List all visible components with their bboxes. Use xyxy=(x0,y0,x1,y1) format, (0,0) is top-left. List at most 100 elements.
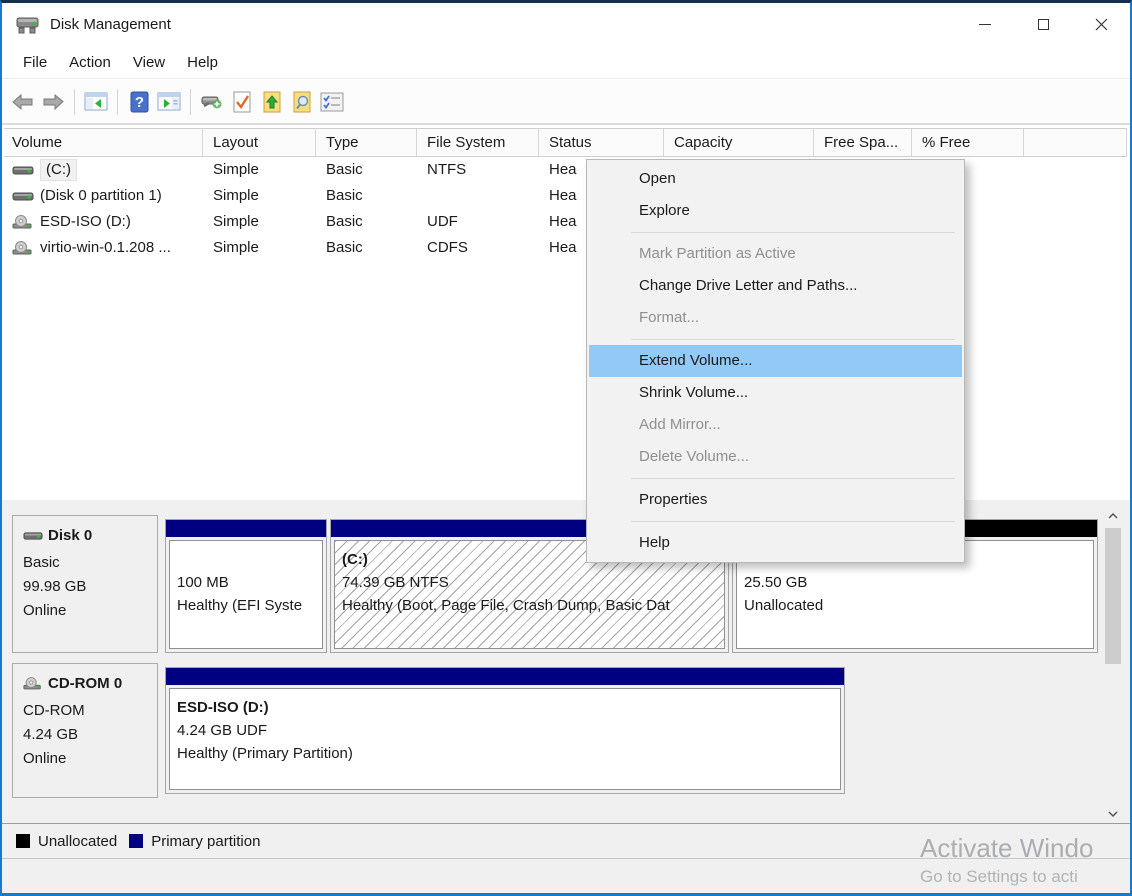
legend-label: Primary partition xyxy=(151,833,260,850)
partition-size: 4.24 GB UDF xyxy=(177,719,840,742)
folder-search-button[interactable] xyxy=(287,87,317,117)
legend-primary-partition: Primary partition xyxy=(129,833,260,850)
column-header-layout[interactable]: Layout xyxy=(203,129,316,156)
toolbar: ? xyxy=(2,80,1130,125)
disk0-label-box[interactable]: Disk 0 Basic 99.98 GB Online xyxy=(12,515,158,653)
partition-size: 100 MB xyxy=(177,571,322,594)
show-console-tree-button[interactable] xyxy=(81,87,111,117)
column-header-volume[interactable]: Volume xyxy=(4,129,203,156)
forward-button[interactable] xyxy=(38,87,68,117)
close-icon xyxy=(1095,18,1108,31)
disk-icon xyxy=(12,191,34,202)
menu-separator xyxy=(631,339,955,340)
menu-item-add-mirror: Add Mirror... xyxy=(589,409,962,441)
cdrom0-label-box[interactable]: CD-ROM 0 CD-ROM 4.24 GB Online xyxy=(12,663,158,798)
volume-name: ESD-ISO (D:) xyxy=(40,209,131,235)
partition-efi[interactable]: 100 MB Healthy (EFI Syste xyxy=(165,519,327,653)
partition-status: Unallocated xyxy=(744,594,1093,617)
scroll-up-button[interactable] xyxy=(1104,507,1122,525)
volume-layout: Simple xyxy=(203,183,316,209)
toolbar-separator xyxy=(117,89,118,115)
column-header-percent-free[interactable]: % Free xyxy=(912,129,1024,156)
show-console-tree-icon xyxy=(84,92,108,111)
volume-file-system: CDFS xyxy=(417,235,539,261)
column-header-capacity[interactable]: Capacity xyxy=(664,129,814,156)
menu-bar: File Action View Help xyxy=(2,46,1130,79)
back-button[interactable] xyxy=(8,87,38,117)
task-list-icon xyxy=(320,92,344,112)
help-icon: ? xyxy=(130,91,149,113)
menu-help[interactable]: Help xyxy=(176,50,229,75)
disk-kind: Basic xyxy=(23,551,149,575)
menu-action[interactable]: Action xyxy=(58,50,122,75)
disk-status: Online xyxy=(23,599,149,623)
menu-item-change-drive-letter[interactable]: Change Drive Letter and Paths... xyxy=(589,270,962,302)
task-list-button[interactable] xyxy=(317,87,347,117)
menu-item-help[interactable]: Help xyxy=(589,527,962,559)
menu-item-format: Format... xyxy=(589,302,962,334)
disk-icon xyxy=(12,165,34,176)
legend-label: Unallocated xyxy=(38,833,117,850)
disk-size: 4.24 GB xyxy=(23,723,149,747)
svg-text:?: ? xyxy=(134,94,143,111)
column-header-status[interactable]: Status xyxy=(539,129,664,156)
partition-band xyxy=(166,668,844,685)
scroll-down-button[interactable] xyxy=(1104,805,1122,823)
volume-type: Basic xyxy=(316,157,417,183)
window-controls xyxy=(956,3,1130,46)
volume-layout: Simple xyxy=(203,209,316,235)
check-status-button[interactable] xyxy=(227,87,257,117)
legend-bar: Unallocated Primary partition xyxy=(2,823,1130,858)
menu-item-explore[interactable]: Explore xyxy=(589,195,962,227)
volume-file-system: UDF xyxy=(417,209,539,235)
menu-view[interactable]: View xyxy=(122,50,176,75)
menu-item-extend-volume[interactable]: Extend Volume... xyxy=(589,345,962,377)
folder-up-button[interactable] xyxy=(257,87,287,117)
volume-type: Basic xyxy=(316,183,417,209)
disk-icon xyxy=(23,531,43,541)
column-header-type[interactable]: Type xyxy=(316,129,417,156)
column-header-file-system[interactable]: File System xyxy=(417,129,539,156)
show-action-pane-icon xyxy=(157,92,181,111)
menu-item-properties[interactable]: Properties xyxy=(589,484,962,516)
forward-icon xyxy=(42,94,64,110)
toolbar-separator xyxy=(190,89,191,115)
primary-partition-swatch xyxy=(129,834,143,848)
menu-item-shrink-volume[interactable]: Shrink Volume... xyxy=(589,377,962,409)
chevron-up-icon xyxy=(1108,513,1118,519)
help-button[interactable]: ? xyxy=(124,87,154,117)
toolbar-separator xyxy=(74,89,75,115)
title-bar: Disk Management xyxy=(2,3,1130,46)
vertical-scrollbar[interactable] xyxy=(1104,507,1122,823)
disk-size: 99.98 GB xyxy=(23,575,149,599)
menu-separator xyxy=(631,232,955,233)
menu-separator xyxy=(631,521,955,522)
close-button[interactable] xyxy=(1072,3,1130,46)
legend-unallocated: Unallocated xyxy=(16,833,117,850)
menu-separator xyxy=(631,478,955,479)
cdrom-icon xyxy=(12,241,34,255)
partition-esd-iso[interactable]: ESD-ISO (D:) 4.24 GB UDF Healthy (Primar… xyxy=(165,667,845,794)
maximize-button[interactable] xyxy=(1014,3,1072,46)
scrollbar-thumb[interactable] xyxy=(1105,528,1121,664)
rescan-disks-button[interactable] xyxy=(197,87,227,117)
show-action-pane-button[interactable] xyxy=(154,87,184,117)
context-menu: Open Explore Mark Partition as Active Ch… xyxy=(586,159,965,563)
column-header-free-space[interactable]: Free Spa... xyxy=(814,129,912,156)
partition-band xyxy=(166,520,326,537)
menu-file[interactable]: File xyxy=(12,50,58,75)
menu-item-mark-partition-active: Mark Partition as Active xyxy=(589,238,962,270)
volume-name: virtio-win-0.1.208 ... xyxy=(40,235,171,261)
partition-name: ESD-ISO (D:) xyxy=(177,696,840,719)
volume-layout: Simple xyxy=(203,157,316,183)
back-icon xyxy=(12,94,34,110)
menu-item-open[interactable]: Open xyxy=(589,163,962,195)
partition-status: Healthy (Primary Partition) xyxy=(177,742,840,765)
volume-name: (C:) xyxy=(40,159,77,181)
disk-name: Disk 0 xyxy=(48,527,92,544)
minimize-icon xyxy=(979,24,991,25)
partition-name xyxy=(177,548,322,571)
minimize-button[interactable] xyxy=(956,3,1014,46)
volume-file-system xyxy=(417,183,539,209)
check-status-icon xyxy=(232,91,252,113)
